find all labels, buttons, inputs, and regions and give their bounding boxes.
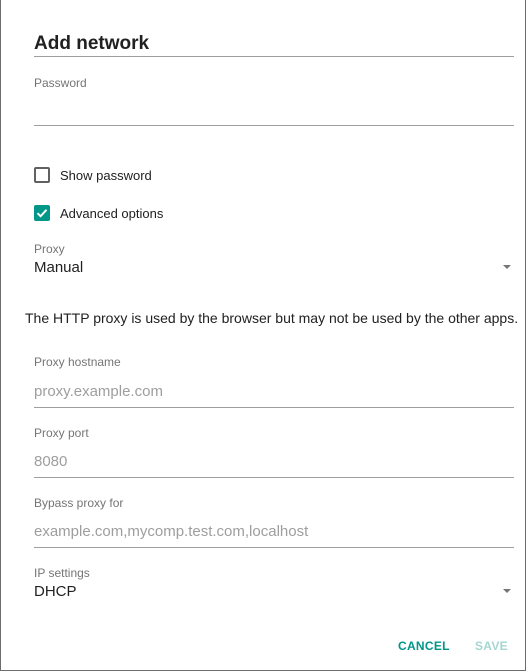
proxy-port-underline [34,477,514,478]
proxy-label: Proxy [34,242,65,256]
proxy-port-label: Proxy port [34,426,89,440]
dialog-title: Add network [34,33,150,54]
password-label: Password [34,76,87,90]
advanced-options-checkbox[interactable]: Advanced options [34,205,163,221]
title-divider [34,56,514,57]
password-underline [34,125,514,126]
checkbox-empty-icon [34,167,50,183]
bypass-proxy-input[interactable]: example.com,mycomp.test.com,localhost [34,523,308,540]
save-button[interactable]: SAVE [475,639,508,653]
advanced-options-label: Advanced options [60,205,164,221]
cancel-button[interactable]: CANCEL [398,639,450,653]
show-password-label: Show password [60,167,152,183]
proxy-hostname-label: Proxy hostname [34,355,121,369]
ip-settings-label: IP settings [34,566,90,580]
dropdown-arrow-icon [503,265,511,269]
proxy-hostname-input[interactable]: proxy.example.com [34,383,163,400]
checkbox-checked-icon [34,205,50,221]
proxy-value: Manual [34,259,84,276]
proxy-dropdown[interactable]: Manual [34,259,514,281]
ip-settings-value: DHCP [34,583,77,600]
proxy-hostname-underline [34,407,514,408]
proxy-port-input[interactable]: 8080 [34,453,67,470]
dropdown-arrow-icon [503,589,511,593]
add-network-dialog: Add network Password Show password Advan… [0,0,526,671]
show-password-checkbox[interactable]: Show password [34,167,152,183]
bypass-proxy-underline [34,547,514,548]
bypass-proxy-label: Bypass proxy for [34,496,124,510]
ip-settings-dropdown[interactable]: DHCP [34,583,514,605]
proxy-info-text: The HTTP proxy is used by the browser bu… [25,310,519,326]
